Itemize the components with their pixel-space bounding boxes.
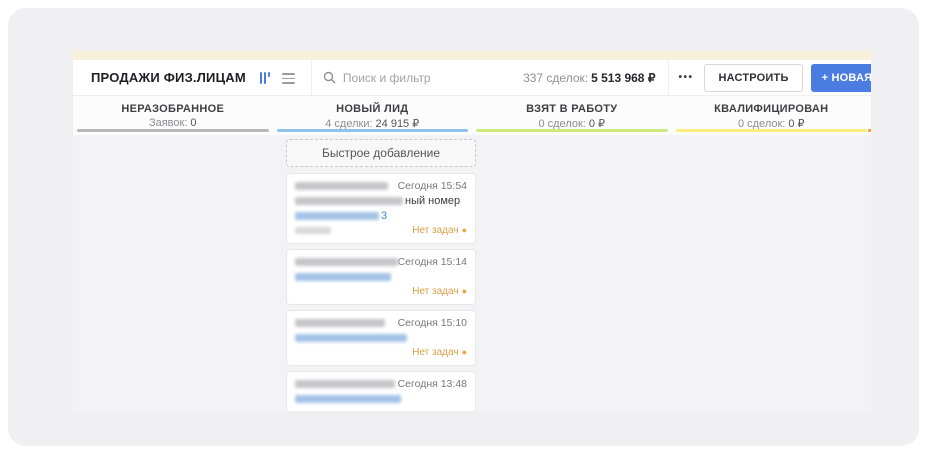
lead-card[interactable]: Сегодня 15:14 Нет задач● (286, 249, 476, 305)
deals-summary: 337 сделок:5 513 968 ₽ (523, 71, 655, 85)
task-status: Нет задач● (412, 225, 467, 236)
card-timestamp: Сегодня 13:48 (398, 378, 467, 390)
redacted-meta (295, 227, 331, 234)
more-options-button[interactable]: ••• (678, 72, 693, 83)
card-timestamp: Сегодня 15:54 (398, 180, 467, 192)
top-cream-strip (73, 51, 871, 60)
deals-count-label: 337 сделок: (523, 71, 588, 85)
task-status: ● (459, 408, 467, 411)
search-input[interactable] (343, 71, 523, 85)
kanban-view-icon[interactable] (260, 72, 270, 84)
redacted-lead-name (295, 258, 398, 266)
redacted-lead-name (295, 319, 385, 327)
stage-header-in-progress[interactable]: ВЗЯТ В РАБОТУ 0 сделок:0 ₽ (472, 96, 672, 135)
task-status-dot: ● (462, 225, 467, 235)
stage-accent-line (77, 129, 269, 132)
task-status-dot: ● (462, 347, 467, 357)
stage-title: НОВЫЙ ЛИД (273, 103, 473, 115)
task-status: Нет задач● (412, 286, 467, 297)
redacted-link (295, 395, 401, 403)
redacted-link (295, 212, 379, 220)
stage-accent-line (676, 129, 868, 132)
kanban-board: Быстрое добавление Сегодня 15:54 ный ном… (73, 135, 871, 411)
stage-headers: НЕРАЗОБРАННОЕ Заявок:0 НОВЫЙ ЛИД 4 сделк… (73, 96, 871, 135)
task-status-dot: ● (462, 408, 467, 411)
toolbar: ПРОДАЖИ ФИЗ.ЛИЦАМ 337 сделок:5 513 968 ₽… (73, 60, 871, 96)
stage-header-qualified[interactable]: КВАЛИФИЦИРОВАН 0 сделок:0 ₽ (672, 96, 872, 135)
task-status-dot: ● (462, 286, 467, 296)
deals-sum-value: 5 513 968 ₽ (591, 71, 655, 85)
page-title: ПРОДАЖИ ФИЗ.ЛИЦАМ (91, 70, 246, 85)
stage-header-unsorted[interactable]: НЕРАЗОБРАННОЕ Заявок:0 (73, 96, 273, 135)
stage-title: НЕРАЗОБРАННОЕ (73, 103, 273, 115)
card-link-suffix[interactable]: 3 (381, 210, 387, 222)
search-icon (323, 71, 336, 84)
stage-accent-line (277, 129, 469, 132)
toolbar-divider-2 (668, 60, 669, 96)
lead-card[interactable]: Сегодня 15:10 Нет задач● (286, 310, 476, 366)
new-deal-button[interactable]: + НОВАЯ СДЕЛКА (811, 64, 871, 92)
stage-header-new-lead[interactable]: НОВЫЙ ЛИД 4 сделки:24 915 ₽ (273, 96, 473, 135)
stage-count: Заявок:0 (73, 117, 273, 129)
redacted-lead-name (295, 380, 395, 388)
card-timestamp: Сегодня 15:14 (398, 256, 467, 268)
redacted-link (295, 273, 391, 281)
configure-button[interactable]: НАСТРОИТЬ (704, 64, 802, 92)
quick-add-button[interactable]: Быстрое добавление (286, 139, 476, 167)
redacted-lead-name (295, 182, 388, 190)
search-bar (312, 71, 523, 85)
task-status: Нет задач● (412, 347, 467, 358)
new-lead-column: Быстрое добавление Сегодня 15:54 ный ном… (286, 139, 476, 411)
stage-title: КВАЛИФИЦИРОВАН (672, 103, 872, 115)
next-stage-accent-sliver (868, 129, 871, 132)
app-window-panel: ПРОДАЖИ ФИЗ.ЛИЦАМ 337 сделок:5 513 968 ₽… (8, 8, 919, 446)
stage-title: ВЗЯТ В РАБОТУ (472, 103, 672, 115)
card-timestamp: Сегодня 15:10 (398, 317, 467, 329)
list-view-icon[interactable] (282, 71, 295, 84)
redacted-text (295, 197, 403, 205)
lead-card[interactable]: Сегодня 13:48 ● (286, 371, 476, 411)
card-text: ный номер (405, 195, 460, 207)
view-toggle-group (260, 71, 295, 84)
crm-app: ПРОДАЖИ ФИЗ.ЛИЦАМ 337 сделок:5 513 968 ₽… (73, 51, 871, 411)
redacted-link (295, 334, 407, 342)
stage-accent-line (476, 129, 668, 132)
lead-card[interactable]: Сегодня 15:54 ный номер 3 Нет задач● (286, 173, 476, 244)
